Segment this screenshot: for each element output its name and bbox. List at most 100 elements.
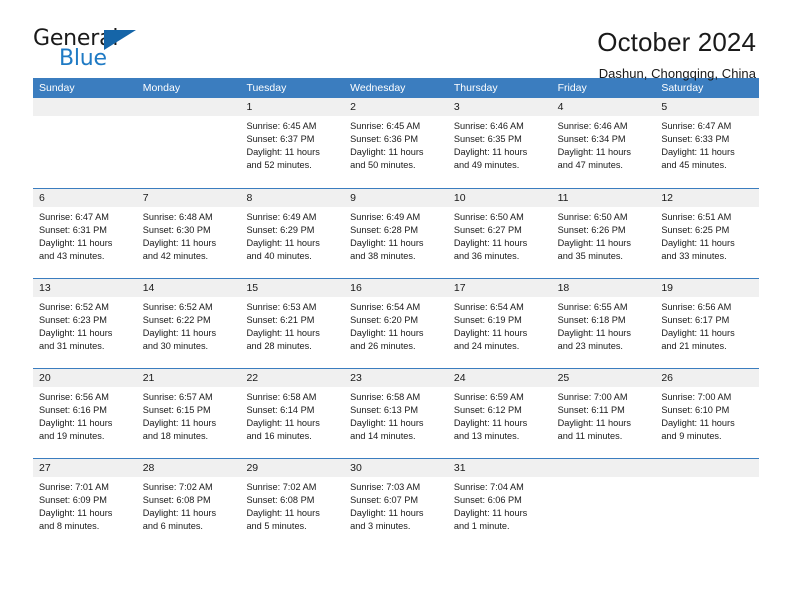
sunrise-text: Sunrise: 6:56 AM bbox=[39, 392, 109, 402]
daylight-text-line2: and 50 minutes. bbox=[350, 160, 416, 171]
day-number: 7 bbox=[136, 189, 241, 207]
day-cell[interactable]: 7 Sunrise: 6:48 AM Sunset: 6:30 PM Daylight… bbox=[136, 189, 241, 278]
day-number: 23 bbox=[344, 369, 448, 387]
day-details: Sunrise: 6:55 AM Sunset: 6:18 PM Daylight:… bbox=[552, 297, 656, 353]
calendar-page: General Blue October 2024 Dashun, Chongq… bbox=[0, 0, 792, 612]
day-cell[interactable]: 31 Sunrise: 7:04 AM Sunset: 6:06 PM Dayligh… bbox=[447, 459, 552, 548]
day-details: Sunrise: 6:59 AM Sunset: 6:12 PM Daylight:… bbox=[448, 387, 552, 443]
day-cell[interactable]: 5 Sunrise: 6:47 AM Sunset: 6:33 PM Daylight… bbox=[655, 98, 760, 188]
day-details: Sunrise: 7:01 AM Sunset: 6:09 PM Daylight:… bbox=[33, 477, 137, 533]
day-details: Sunrise: 6:56 AM Sunset: 6:17 PM Daylight:… bbox=[655, 297, 759, 353]
daylight-text-line1: Daylight: 11 hours bbox=[246, 328, 320, 339]
day-cell[interactable]: 26 Sunrise: 7:00 AM Sunset: 6:10 PM Dayligh… bbox=[655, 369, 760, 458]
sunrise-text: Sunrise: 7:02 AM bbox=[142, 482, 213, 492]
day-cell[interactable]: 30 Sunrise: 7:03 AM Sunset: 6:07 PM Dayligh… bbox=[344, 459, 448, 548]
daylight-text-line2: and 38 minutes. bbox=[350, 251, 416, 262]
day-number bbox=[136, 98, 241, 116]
day-cell[interactable]: 13 Sunrise: 6:52 AM Sunset: 6:23 PM Dayligh… bbox=[33, 279, 137, 368]
daylight-text-line1: Daylight: 11 hours bbox=[661, 418, 735, 429]
day-number: 20 bbox=[33, 369, 137, 387]
triangle-icon bbox=[104, 30, 136, 50]
day-cell[interactable]: 23 Sunrise: 6:58 AM Sunset: 6:13 PM Dayligh… bbox=[344, 369, 448, 458]
day-cell[interactable]: 12 Sunrise: 6:51 AM Sunset: 6:25 PM Dayligh… bbox=[655, 189, 760, 278]
day-number bbox=[33, 98, 137, 116]
day-cell[interactable]: 11 Sunrise: 6:50 AM Sunset: 6:26 PM Dayligh… bbox=[551, 189, 656, 278]
day-number: 24 bbox=[447, 369, 552, 387]
page-subtitle: Dashun, Chongqing, China bbox=[598, 66, 756, 82]
daylight-text-line2: and 13 minutes. bbox=[453, 431, 520, 442]
sunrise-text: Sunrise: 6:49 AM bbox=[350, 212, 421, 222]
daylight-text-line1: Daylight: 11 hours bbox=[453, 508, 528, 519]
sunset-text: Sunset: 6:36 PM bbox=[350, 134, 419, 145]
week-row: 13 Sunrise: 6:52 AM Sunset: 6:23 PM Dayligh… bbox=[33, 278, 760, 368]
sunset-text: Sunset: 6:16 PM bbox=[39, 405, 107, 416]
daylight-text-line1: Daylight: 11 hours bbox=[350, 147, 424, 158]
day-cell[interactable]: 6 Sunrise: 6:47 AM Sunset: 6:31 PM Daylight… bbox=[33, 189, 137, 278]
sunrise-text: Sunrise: 6:59 AM bbox=[453, 392, 524, 402]
day-cell[interactable]: 20 Sunrise: 6:56 AM Sunset: 6:16 PM Dayligh… bbox=[33, 369, 137, 458]
day-cell[interactable]: 8 Sunrise: 6:49 AM Sunset: 6:29 PM Daylight… bbox=[240, 189, 345, 278]
page-title: October 2024 bbox=[597, 27, 756, 57]
day-cell[interactable]: 21 Sunrise: 6:57 AM Sunset: 6:15 PM Dayligh… bbox=[136, 369, 241, 458]
week-row: 6 Sunrise: 6:47 AM Sunset: 6:31 PM Daylight… bbox=[33, 188, 760, 278]
general-blue-logo[interactable]: General Blue bbox=[33, 26, 143, 74]
daylight-text-line1: Daylight: 11 hours bbox=[557, 418, 631, 429]
daylight-text-line1: Daylight: 11 hours bbox=[246, 238, 320, 249]
daylight-text-line1: Daylight: 11 hours bbox=[350, 328, 424, 339]
day-number: 14 bbox=[136, 279, 241, 297]
day-cell[interactable]: 3 Sunrise: 6:46 AM Sunset: 6:35 PM Daylight… bbox=[447, 98, 552, 188]
daylight-text-line2: and 1 minute. bbox=[453, 521, 510, 532]
day-number: 9 bbox=[344, 189, 448, 207]
day-cell[interactable]: 27 Sunrise: 7:01 AM Sunset: 6:09 PM Dayligh… bbox=[33, 459, 137, 548]
day-number: 6 bbox=[33, 189, 137, 207]
daylight-text-line1: Daylight: 11 hours bbox=[453, 418, 528, 429]
day-number: 3 bbox=[447, 98, 552, 116]
sunset-text: Sunset: 6:29 PM bbox=[246, 225, 315, 236]
day-cell[interactable]: 10 Sunrise: 6:50 AM Sunset: 6:27 PM Dayligh… bbox=[447, 189, 552, 278]
day-number: 11 bbox=[551, 189, 656, 207]
weekday-header-sunday: Sunday bbox=[39, 82, 75, 94]
logo-text-blue: Blue bbox=[59, 46, 107, 71]
day-cell[interactable]: 4 Sunrise: 6:46 AM Sunset: 6:34 PM Daylight… bbox=[551, 98, 656, 188]
day-cell[interactable]: 1 Sunrise: 6:45 AM Sunset: 6:37 PM Daylight… bbox=[240, 98, 345, 188]
weekday-header-tuesday: Tuesday bbox=[246, 82, 287, 94]
day-details: Sunrise: 6:47 AM Sunset: 6:31 PM Daylight:… bbox=[33, 207, 137, 263]
day-cell[interactable]: 17 Sunrise: 6:54 AM Sunset: 6:19 PM Dayligh… bbox=[447, 279, 552, 368]
day-cell[interactable]: 24 Sunrise: 6:59 AM Sunset: 6:12 PM Dayligh… bbox=[447, 369, 552, 458]
day-cell[interactable]: 25 Sunrise: 7:00 AM Sunset: 6:11 PM Dayligh… bbox=[551, 369, 656, 458]
day-details: Sunrise: 6:53 AM Sunset: 6:21 PM Daylight:… bbox=[240, 297, 344, 353]
sunrise-text: Sunrise: 6:49 AM bbox=[246, 212, 317, 222]
sunrise-text: Sunrise: 6:52 AM bbox=[39, 302, 109, 312]
day-cell[interactable]: 14 Sunrise: 6:52 AM Sunset: 6:22 PM Dayligh… bbox=[136, 279, 241, 368]
sunset-text: Sunset: 6:17 PM bbox=[661, 315, 730, 326]
daylight-text-line2: and 11 minutes. bbox=[557, 431, 623, 442]
daylight-text-line1: Daylight: 11 hours bbox=[557, 147, 631, 158]
daylight-text-line1: Daylight: 11 hours bbox=[350, 508, 424, 519]
day-cell[interactable]: 9 Sunrise: 6:49 AM Sunset: 6:28 PM Daylight… bbox=[344, 189, 448, 278]
daylight-text-line1: Daylight: 11 hours bbox=[557, 328, 631, 339]
day-cell[interactable]: 28 Sunrise: 7:02 AM Sunset: 6:08 PM Dayligh… bbox=[136, 459, 241, 548]
daylight-text-line2: and 3 minutes. bbox=[350, 521, 411, 532]
daylight-text-line2: and 47 minutes. bbox=[557, 160, 623, 171]
day-cell[interactable]: 18 Sunrise: 6:55 AM Sunset: 6:18 PM Dayligh… bbox=[551, 279, 656, 368]
sunrise-text: Sunrise: 6:48 AM bbox=[142, 212, 213, 222]
sunset-text: Sunset: 6:12 PM bbox=[453, 405, 522, 416]
day-details: Sunrise: 7:00 AM Sunset: 6:11 PM Daylight:… bbox=[552, 387, 656, 443]
daylight-text-line2: and 33 minutes. bbox=[661, 251, 727, 262]
day-number bbox=[655, 459, 760, 477]
day-number: 28 bbox=[136, 459, 241, 477]
day-cell[interactable]: 2 Sunrise: 6:45 AM Sunset: 6:36 PM Daylight… bbox=[344, 98, 448, 188]
day-details: Sunrise: 6:46 AM Sunset: 6:34 PM Daylight:… bbox=[552, 116, 656, 172]
day-cell[interactable]: 19 Sunrise: 6:56 AM Sunset: 6:17 PM Dayligh… bbox=[655, 279, 760, 368]
day-cell[interactable]: 22 Sunrise: 6:58 AM Sunset: 6:14 PM Dayligh… bbox=[240, 369, 345, 458]
sunset-text: Sunset: 6:23 PM bbox=[39, 315, 107, 326]
day-cell[interactable]: 29 Sunrise: 7:02 AM Sunset: 6:08 PM Dayligh… bbox=[240, 459, 345, 548]
daylight-text-line1: Daylight: 11 hours bbox=[557, 238, 631, 249]
daylight-text-line2: and 49 minutes. bbox=[453, 160, 520, 171]
day-cell[interactable]: 15 Sunrise: 6:53 AM Sunset: 6:21 PM Dayligh… bbox=[240, 279, 345, 368]
day-cell[interactable]: 16 Sunrise: 6:54 AM Sunset: 6:20 PM Dayligh… bbox=[344, 279, 448, 368]
daylight-text-line2: and 40 minutes. bbox=[246, 251, 312, 262]
sunset-text: Sunset: 6:22 PM bbox=[142, 315, 211, 326]
sunset-text: Sunset: 6:08 PM bbox=[142, 495, 211, 506]
sunset-text: Sunset: 6:27 PM bbox=[453, 225, 522, 236]
